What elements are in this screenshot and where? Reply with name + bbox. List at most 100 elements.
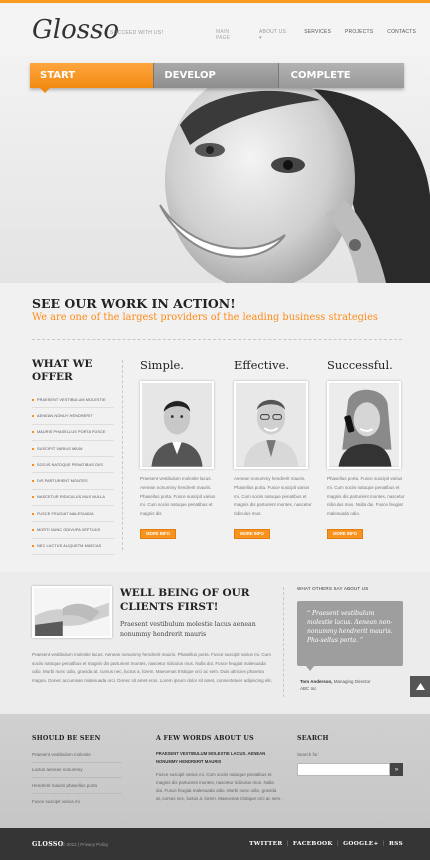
offer-list-item[interactable]: MAURIS PHASELLUS PORTA FUSCE bbox=[32, 425, 114, 441]
bullet-icon bbox=[32, 398, 34, 401]
more-info-button[interactable]: MORE INFO bbox=[140, 528, 176, 539]
separator: | bbox=[336, 841, 340, 847]
feature-column-simple: Simple. Praesent vestibulum molestie lac… bbox=[140, 358, 220, 539]
separator: | bbox=[286, 841, 289, 847]
bullet-icon bbox=[32, 496, 34, 499]
feature-text: Phasellus porta. Fusce suscipit varius m… bbox=[327, 476, 405, 517]
handshake-photo bbox=[32, 586, 112, 638]
footer-col3-title: SEARCH bbox=[297, 735, 329, 742]
offer-item-label: NEC LUCTUS ALIQUETM MAECAS bbox=[37, 544, 102, 549]
offer-item-label: SUSCIPIT VARIUS MIUM bbox=[37, 446, 83, 451]
wellbeing-title: WELL BEING OF OUR CLIENTS FIRST! bbox=[120, 587, 250, 613]
feature-title: Simple. bbox=[140, 358, 184, 372]
offer-item-label: DIS PARTURIENT MONTES bbox=[37, 479, 88, 484]
feature-title: Successful. bbox=[327, 358, 393, 372]
footer-link[interactable]: Luctus aenean nonummy bbox=[32, 767, 83, 772]
column-divider bbox=[283, 587, 284, 697]
footer-about-text: Fusce suscipit varius mi. Cum sociis nat… bbox=[156, 772, 282, 801]
offer-list: PRAESENT VESTIBULUM MOLESTIE AENEAN NONU… bbox=[32, 392, 114, 555]
intro-title: SEE OUR WORK IN ACTION! bbox=[32, 296, 236, 311]
social-link-twitter[interactable]: TWITTER bbox=[249, 841, 282, 847]
footer-about-headline: PRAESENT VESTIBULUM MOLESTIE LACUS. AENE… bbox=[156, 751, 266, 764]
wellbeing-body: Praesent vestibulum molestie lacus. Aene… bbox=[32, 652, 272, 683]
bullet-icon bbox=[32, 545, 34, 548]
author-name: Tom Anderson, bbox=[300, 679, 333, 684]
offer-list-item[interactable]: NASCETUR RIDICULUS MUS NULLA bbox=[32, 490, 114, 507]
separator: | bbox=[382, 841, 386, 847]
site-logo[interactable]: Glosso bbox=[32, 15, 119, 45]
offer-item-label: SOCIIS NATOQUE PENATIBUS DIIS bbox=[37, 462, 103, 467]
more-info-button[interactable]: MORE INFO bbox=[327, 528, 363, 539]
man-portrait-image bbox=[142, 383, 212, 467]
bullet-icon bbox=[32, 431, 34, 434]
offer-item-label: MORTI NUNC ODIVUPA VEFTUUS bbox=[37, 528, 101, 533]
arrow-right-icon: » bbox=[394, 766, 399, 773]
footer-logo[interactable]: GLOSSO bbox=[32, 841, 64, 848]
nav-item-services[interactable]: SERVICES bbox=[304, 29, 331, 41]
offer-item-label: AENEAN NONUY HENDRERIT bbox=[37, 413, 93, 418]
offer-list-item[interactable]: NEC LUCTUS ALIQUETM MAECAS bbox=[32, 539, 114, 555]
feature-title: Effective. bbox=[234, 358, 290, 372]
offer-list-item[interactable]: SOCIIS NATOQUE PENATIBUS DIIS bbox=[32, 457, 114, 474]
offer-item-label: MAURIS PHASELLUS PORTA FUSCE bbox=[37, 430, 106, 435]
hero-portrait-image bbox=[159, 85, 430, 283]
tab-complete[interactable]: COMPLETE bbox=[277, 63, 404, 88]
scroll-to-top-button[interactable] bbox=[410, 676, 430, 697]
footer-link-divider bbox=[32, 762, 122, 763]
feature-column-effective: Effective. Aenean nonummy hendrerit maur… bbox=[234, 358, 314, 539]
handshake-image bbox=[35, 588, 109, 636]
offer-item-label: FUSCE FEUGIAT MALESUADA bbox=[37, 511, 94, 516]
main-nav: MAIN PAGE ABOUT US ▾ SERVICES PROJECTS C… bbox=[216, 29, 430, 41]
footer-link-divider bbox=[32, 777, 122, 778]
quote-tail bbox=[306, 666, 314, 671]
social-links: TWITTER | FACEBOOK | GOOGLE+ | RSS bbox=[249, 841, 403, 847]
bullet-icon bbox=[32, 447, 34, 450]
person-photo bbox=[140, 381, 214, 469]
social-link-google-plus[interactable]: GOOGLE+ bbox=[343, 841, 378, 847]
wellbeing-subtitle: Praesent vestibulum molestie lacus aenea… bbox=[120, 621, 256, 638]
author-company: ABC Inc bbox=[300, 685, 317, 691]
offer-list-item[interactable]: PRAESENT VESTIBULUM MOLESTIE bbox=[32, 392, 114, 409]
testimonial-author: Tom Anderson, Managing Director ABC Inc bbox=[300, 679, 371, 692]
bullet-icon bbox=[32, 512, 34, 515]
site-header: Glosso SUCCEED WITH US! MAIN PAGE ABOUT … bbox=[0, 3, 430, 55]
feature-column-successful: Successful. Phasellus porta. Fusce susci… bbox=[327, 358, 407, 539]
offer-list-item[interactable]: SUSCIPIT VARIUS MIUM bbox=[32, 441, 114, 458]
footer-link[interactable]: Hendrerit mauris phasellus porta bbox=[32, 783, 97, 788]
search-input[interactable] bbox=[297, 763, 390, 776]
person-photo bbox=[327, 381, 401, 469]
offer-list-item[interactable]: AENEAN NONUY HENDRERIT bbox=[32, 408, 114, 425]
hero-step-tabs: START DEVELOP COMPLETE bbox=[30, 63, 404, 88]
person-photo bbox=[234, 381, 308, 469]
search-submit-button[interactable]: » bbox=[390, 763, 403, 776]
search-label: Search for: bbox=[297, 752, 320, 757]
bullet-icon bbox=[32, 414, 34, 417]
bullet-icon bbox=[32, 529, 34, 532]
active-tab-indicator bbox=[40, 88, 50, 93]
bullet-icon bbox=[32, 463, 34, 466]
footer-link[interactable]: Fusce suscipit varius mi bbox=[32, 799, 80, 804]
offer-list-item[interactable]: DIS PARTURIENT MONTES bbox=[32, 473, 114, 490]
more-info-button[interactable]: MORE INFO bbox=[234, 528, 270, 539]
nav-item-contacts[interactable]: CONTACTS bbox=[387, 29, 416, 41]
nav-item-about-us[interactable]: ABOUT US ▾ bbox=[259, 29, 290, 41]
footer-col2-title: A FEW WORDS ABOUT US bbox=[156, 735, 254, 742]
social-link-rss[interactable]: RSS bbox=[389, 841, 403, 847]
bottom-bar: GLOSSO © 2012 | Privacy Policy TWITTER |… bbox=[0, 828, 430, 860]
footer-link[interactable]: Praesent vestibulum molestie bbox=[32, 752, 91, 757]
social-link-facebook[interactable]: FACEBOOK bbox=[293, 841, 333, 847]
site-tagline: SUCCEED WITH US! bbox=[110, 30, 164, 36]
testimonial-quote: “ Praesent vestibulum molestie lacus. Ae… bbox=[297, 601, 403, 666]
tab-start[interactable]: START bbox=[30, 63, 154, 88]
tab-develop[interactable]: DEVELOP bbox=[153, 63, 278, 88]
nav-item-main-page[interactable]: MAIN PAGE bbox=[216, 29, 245, 41]
column-divider bbox=[122, 360, 123, 550]
offer-item-label: PRAESENT VESTIBULUM MOLESTIE bbox=[37, 397, 106, 402]
offer-list-item[interactable]: FUSCE FEUGIAT MALESUADA bbox=[32, 506, 114, 523]
feature-text: Aenean nonummy hendrerit mauris. Phasell… bbox=[234, 476, 312, 517]
author-role: Managing Director bbox=[333, 679, 371, 684]
nav-item-projects[interactable]: PROJECTS bbox=[345, 29, 373, 41]
offer-list-item[interactable]: MORTI NUNC ODIVUPA VEFTUUS bbox=[32, 522, 114, 539]
man-glasses-portrait-image bbox=[236, 383, 306, 467]
testimonial-label: WHAT OTHERS SAY ABOUT US bbox=[297, 586, 369, 591]
